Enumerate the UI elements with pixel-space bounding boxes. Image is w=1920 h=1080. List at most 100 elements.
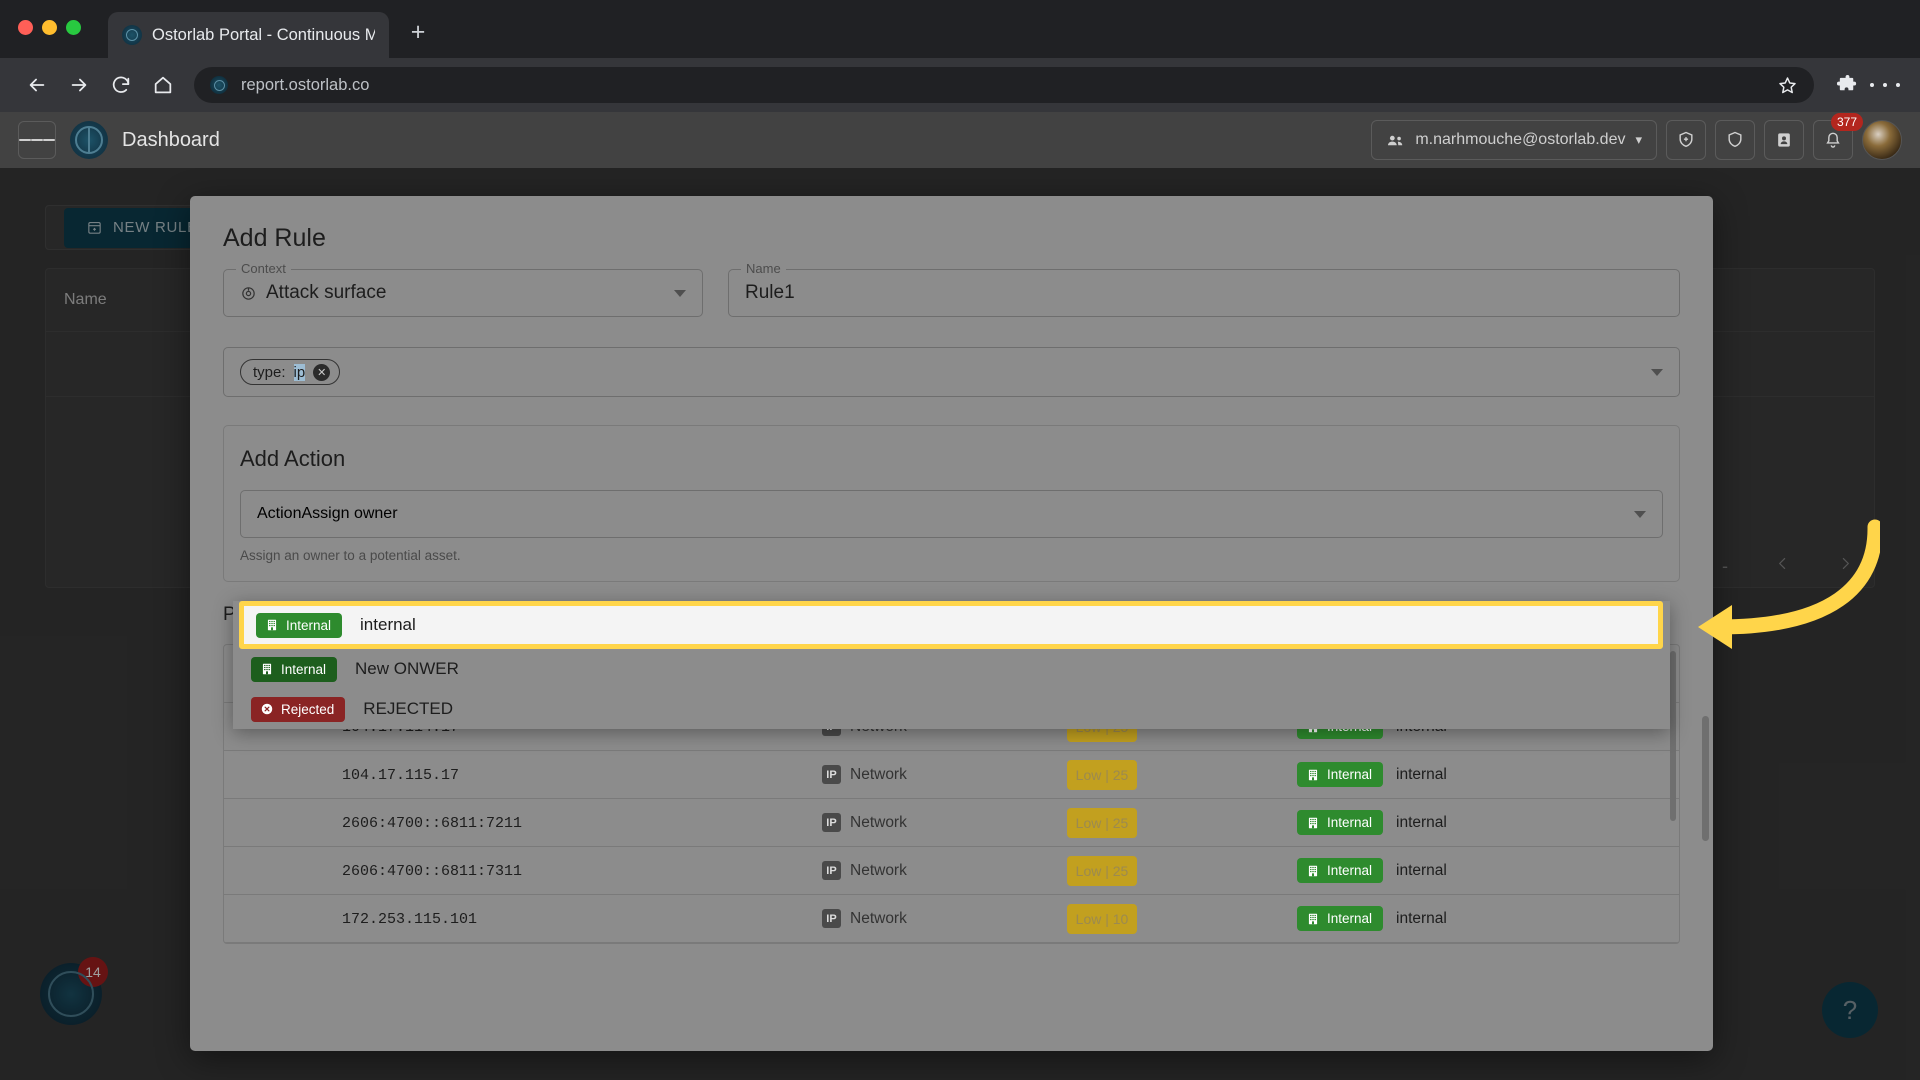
building-icon — [1305, 863, 1320, 878]
preview-table-scrollbar[interactable] — [1670, 651, 1676, 821]
owner-value: internal — [1396, 909, 1447, 927]
ip-icon: IP — [822, 861, 841, 880]
filter-input[interactable]: type: ip ✕ — [223, 347, 1680, 397]
target-icon — [242, 286, 255, 300]
bookmark-star-icon[interactable] — [1777, 75, 1798, 101]
action-legend: Action — [257, 505, 302, 522]
add-scan-shield-icon[interactable] — [1666, 120, 1706, 160]
context-value: Attack surface — [240, 282, 386, 304]
owner-badge-label: Internal — [286, 617, 332, 633]
asset-value: 2606:4700::6811:7311 — [342, 862, 523, 880]
avatar[interactable] — [1862, 120, 1902, 160]
platform-value: IPNetwork — [822, 909, 1067, 928]
context-select[interactable]: Context Attack surface — [223, 261, 703, 317]
add-action-heading: Add Action — [240, 446, 346, 471]
add-action-card: Add Action Action Assign owner Assign an… — [223, 425, 1680, 582]
address-bar-url: report.ostorlab.co — [241, 75, 370, 94]
shield-icon[interactable] — [1715, 120, 1755, 160]
notifications-bell-icon[interactable]: 377 — [1813, 113, 1863, 160]
dialog-title: Add Rule — [223, 224, 326, 252]
ip-icon: IP — [822, 765, 841, 784]
app-header-actions: m.narhmouche@ostorlab.dev ▾ 377 — [1371, 113, 1902, 160]
platform-value: IPNetwork — [822, 861, 1067, 880]
owner-badge: Rejected — [251, 696, 346, 722]
building-icon — [1305, 815, 1320, 830]
new-tab-button[interactable]: + — [403, 18, 433, 48]
owner-badge: Internal — [1297, 906, 1384, 931]
rule-name-input[interactable]: Name Rule1 — [728, 261, 1680, 317]
tab-title: Ostorlab Portal - Continuous Mobi — [152, 25, 375, 44]
confidence-badge: Low | 10 — [1067, 903, 1137, 934]
tab-favicon-icon — [122, 25, 142, 45]
organization-selector[interactable]: m.narhmouche@ostorlab.dev ▾ — [1371, 120, 1657, 160]
owner-badge-label: Internal — [1327, 863, 1373, 878]
table-row[interactable]: 2606:4700::6811:7211 IP Network Low | 25 Int… — [224, 799, 1679, 847]
ticket-icon[interactable] — [1764, 120, 1804, 160]
window-traffic-lights — [18, 20, 81, 35]
owner-option-2[interactable]: Internal New ONWER — [233, 649, 1670, 689]
owner-badge: Internal — [1297, 858, 1384, 883]
owner-option-label: REJECTED — [363, 699, 454, 718]
confidence-badge: Low | 25 — [1067, 807, 1137, 838]
app-header: Dashboard m.narhmouche@ostorlab.dev ▾ 37… — [0, 112, 1920, 168]
owner-value: internal — [1396, 765, 1447, 783]
asset-value: 172.253.115.101 — [342, 910, 478, 928]
annotation-arrow-icon — [1698, 519, 1880, 649]
asset-value: 104.17.115.17 — [342, 766, 460, 784]
platform-value: IPNetwork — [822, 765, 1067, 784]
close-window-button[interactable] — [18, 20, 33, 35]
chevron-down-icon — [674, 289, 686, 297]
owner-option-3[interactable]: Rejected REJECTED — [233, 689, 1670, 729]
maximize-window-button[interactable] — [66, 20, 81, 35]
browser-tab[interactable]: Ostorlab Portal - Continuous Mobi — [108, 12, 389, 58]
filter-chip-value: ip — [293, 363, 306, 381]
address-bar[interactable]: report.ostorlab.co — [194, 67, 1814, 103]
page-viewport: Dashboard m.narhmouche@ostorlab.dev ▾ 37… — [0, 112, 1920, 1080]
extensions-puzzle-icon[interactable] — [1828, 66, 1866, 104]
back-arrow-icon[interactable] — [16, 64, 58, 106]
remove-chip-icon[interactable]: ✕ — [313, 363, 331, 381]
table-row[interactable]: 172.253.115.101 IP Network Low | 10 Internal… — [224, 895, 1679, 943]
circle-x-icon — [259, 702, 274, 717]
action-value: Assign owner — [301, 505, 398, 522]
owner-option-label: New ONWER — [355, 659, 459, 678]
hamburger-menu-icon[interactable] — [18, 121, 56, 159]
owner-option-selected-highlight[interactable]: Internal internal — [239, 601, 1663, 649]
table-row[interactable]: 2606:4700::6811:7311 IP Network Low | 25 Int… — [224, 847, 1679, 895]
ip-icon: IP — [822, 909, 841, 928]
owner-badge-label: Rejected — [281, 701, 335, 717]
action-chevron-down-icon — [1634, 510, 1646, 518]
rule-name-value: Rule1 — [745, 282, 795, 303]
action-description: Assign an owner to a potential asset. — [240, 548, 461, 563]
home-icon[interactable] — [142, 64, 184, 106]
owner-badge: Internal — [1297, 762, 1384, 787]
name-legend: Name — [741, 261, 786, 276]
owner-badge-label: Internal — [1327, 767, 1373, 782]
owner-badge: Internal — [1297, 810, 1384, 835]
table-row[interactable]: 104.17.115.17 IP Network Low | 25 Internal in… — [224, 751, 1679, 799]
owner-badge-label: Internal — [1327, 911, 1373, 926]
owner-badge-label: Internal — [281, 661, 327, 677]
forward-arrow-icon[interactable] — [58, 64, 100, 106]
site-favicon-icon — [210, 76, 228, 94]
building-icon — [1305, 911, 1320, 926]
building-icon — [1305, 767, 1320, 782]
confidence-badge: Low | 25 — [1067, 759, 1137, 790]
notification-count-badge: 377 — [1830, 113, 1863, 131]
action-select[interactable]: Action Assign owner — [240, 490, 1663, 538]
filter-chip[interactable]: type: ip ✕ — [240, 359, 341, 385]
people-icon — [1388, 135, 1403, 145]
building-icon — [259, 662, 274, 677]
dialog-scrollbar[interactable] — [1702, 716, 1709, 841]
asset-value: 2606:4700::6811:7211 — [342, 814, 523, 832]
browser-menu-icon[interactable] — [1866, 66, 1904, 104]
filter-chevron-down-icon[interactable] — [1651, 368, 1663, 376]
filter-chip-prefix: type: — [253, 363, 286, 381]
ip-icon: IP — [822, 813, 841, 832]
owner-badge: Internal — [251, 656, 338, 682]
browser-tab-strip: Ostorlab Portal - Continuous Mobi + — [0, 0, 1920, 58]
organization-email: m.narhmouche@ostorlab.dev — [1415, 131, 1626, 148]
minimize-window-button[interactable] — [42, 20, 57, 35]
browser-toolbar: report.ostorlab.co — [0, 58, 1920, 112]
reload-icon[interactable] — [100, 64, 142, 106]
